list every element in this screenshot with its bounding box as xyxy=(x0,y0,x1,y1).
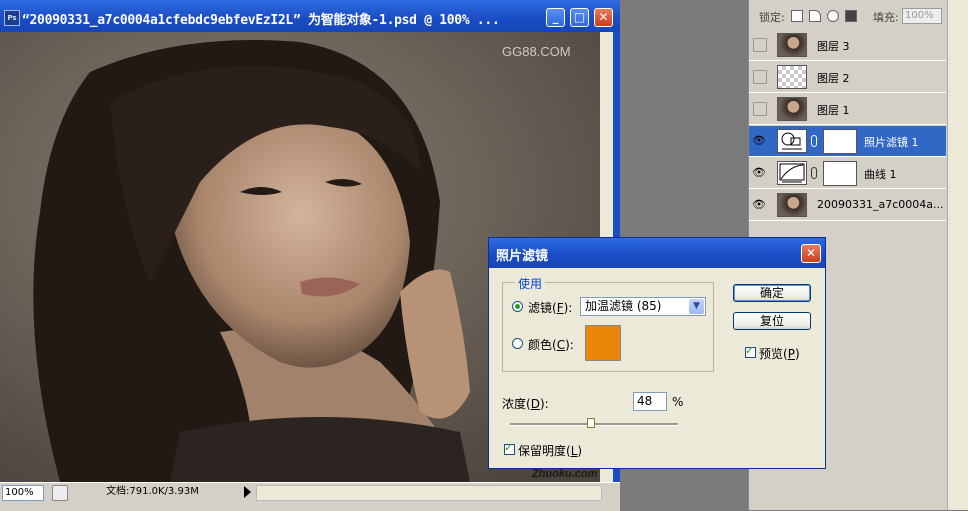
lock-transparency-icon[interactable] xyxy=(791,10,803,22)
dialog-titlebar[interactable]: 照片滤镜 ✕ xyxy=(489,238,825,268)
preserve-luminosity-label: 保留明度(L) xyxy=(518,444,583,458)
chevron-down-icon[interactable]: ▼ xyxy=(689,299,704,314)
status-menu-icon[interactable] xyxy=(52,485,68,501)
density-slider-thumb[interactable] xyxy=(586,418,595,428)
layer-row[interactable]: 👁 照片滤镜 1 xyxy=(749,126,946,157)
watermark-bottom: Zhuoku.com xyxy=(531,468,598,480)
reset-button[interactable]: 复位 xyxy=(733,312,811,330)
filter-select-value: 加温滤镜 (85) xyxy=(585,299,662,313)
curves-icon xyxy=(777,161,807,185)
preview-checkbox[interactable] xyxy=(745,344,756,358)
layer-name: 20090331_a7c0004a... xyxy=(817,198,944,211)
document-info: 文档:791.0K/3.93M xyxy=(106,486,199,497)
density-input[interactable]: 48 xyxy=(633,392,667,411)
layer-thumbnail xyxy=(777,33,807,57)
density-unit: % xyxy=(672,395,684,409)
link-icon[interactable] xyxy=(811,167,817,179)
layer-row[interactable]: 图层 1 xyxy=(749,94,946,125)
lock-all-icon[interactable] xyxy=(845,10,857,22)
color-label: 颜色(C): xyxy=(528,338,574,352)
document-titlebar[interactable]: Ps “20090331_a7c0004a1cfebdc9ebfevEzI2L”… xyxy=(0,0,620,32)
close-icon: ✕ xyxy=(805,246,817,260)
layer-mask-thumbnail[interactable] xyxy=(823,161,857,186)
visibility-toggle[interactable] xyxy=(753,102,767,116)
layer-name: 图层 2 xyxy=(817,72,850,85)
watermark-top: GG88.COM xyxy=(502,44,571,59)
status-bar: 100% 文档:791.0K/3.93M xyxy=(0,482,620,511)
close-button[interactable]: ✕ xyxy=(594,8,613,27)
horizontal-scrollbar[interactable] xyxy=(256,485,602,501)
layer-row[interactable]: 图层 2 xyxy=(749,62,946,93)
preview-label: 预览(P) xyxy=(759,347,800,361)
lock-row: 锁定: 填充: 100% xyxy=(749,0,949,30)
filter-select[interactable]: 加温滤镜 (85) ▼ xyxy=(580,297,706,316)
use-group-label: 使用 xyxy=(515,275,546,292)
maximize-button[interactable]: □ xyxy=(570,8,589,27)
density-label: 浓度(D): xyxy=(502,397,549,411)
filter-radio[interactable] xyxy=(512,301,523,312)
layer-mask-thumbnail[interactable] xyxy=(823,129,857,154)
lock-label: 锁定: xyxy=(759,11,785,24)
layer-name: 曲线 1 xyxy=(864,168,897,181)
layer-thumbnail xyxy=(777,193,807,217)
layer-thumbnail xyxy=(777,65,807,89)
fill-field[interactable]: 100% xyxy=(902,8,942,24)
ok-button[interactable]: 确定 xyxy=(733,284,811,302)
fill-label: 填充: xyxy=(873,11,899,24)
layer-thumbnail xyxy=(777,97,807,121)
preserve-luminosity-checkbox[interactable] xyxy=(504,441,515,455)
document-title: “20090331_a7c0004a1cfebdc9ebfevEzI2L” 为智… xyxy=(22,13,500,28)
eye-icon[interactable]: 👁 xyxy=(752,135,766,147)
eye-icon[interactable]: 👁 xyxy=(752,167,766,179)
minimize-button[interactable]: _ xyxy=(546,8,565,27)
close-icon: ✕ xyxy=(598,10,609,24)
visibility-toggle[interactable] xyxy=(753,70,767,84)
dialog-close-button[interactable]: ✕ xyxy=(801,244,821,263)
visibility-toggle[interactable] xyxy=(753,38,767,52)
photo-filter-dialog: 照片滤镜 ✕ 使用 滤镜(F): 加温滤镜 (85) ▼ 颜色(C): 确定 复… xyxy=(488,237,826,469)
layer-row[interactable]: 图层 3 xyxy=(749,30,946,61)
panel-scrollbar[interactable] xyxy=(947,0,968,510)
layer-row[interactable]: 👁 曲线 1 xyxy=(749,158,946,189)
minimize-icon: _ xyxy=(552,10,559,24)
dialog-body: 使用 滤镜(F): 加温滤镜 (85) ▼ 颜色(C): 确定 复位 预览(P)… xyxy=(492,268,822,466)
dialog-title: 照片滤镜 xyxy=(496,249,549,264)
maximize-icon: □ xyxy=(573,10,586,24)
lock-brush-icon[interactable] xyxy=(809,10,821,22)
zoom-field[interactable]: 100% xyxy=(2,485,44,501)
lock-move-icon[interactable] xyxy=(827,10,839,22)
layer-name: 图层 3 xyxy=(817,40,850,53)
use-group: 使用 滤镜(F): 加温滤镜 (85) ▼ 颜色(C): xyxy=(502,275,714,372)
color-radio[interactable] xyxy=(512,338,523,349)
status-menu-arrow-icon[interactable] xyxy=(244,486,251,498)
filter-label: 滤镜(F): xyxy=(528,301,573,315)
layer-name: 照片滤镜 1 xyxy=(864,136,919,149)
layer-row[interactable]: 👁 20090331_a7c0004a... xyxy=(749,190,946,221)
link-icon[interactable] xyxy=(811,135,817,147)
layer-name: 图层 1 xyxy=(817,104,850,117)
color-swatch[interactable] xyxy=(585,325,621,361)
photoshop-icon: Ps xyxy=(4,10,20,26)
photo-filter-icon xyxy=(777,129,807,153)
eye-icon[interactable]: 👁 xyxy=(752,199,766,211)
